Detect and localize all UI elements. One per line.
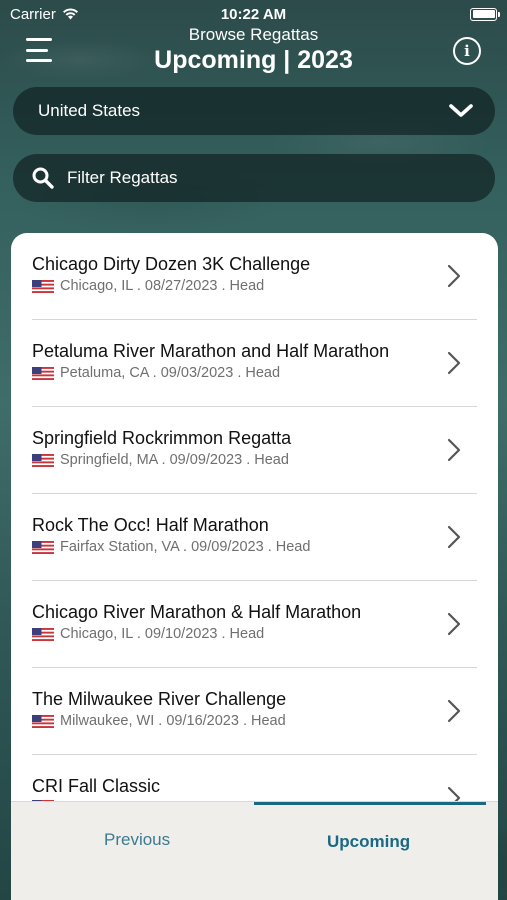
regatta-name: Petaluma River Marathon and Half Maratho… (32, 341, 390, 361)
regatta-details: Springfield, MA . 09/09/2023 . Head (60, 452, 289, 468)
info-circle-icon[interactable]: i (453, 37, 481, 65)
regatta-meta: Petaluma, CA . 09/03/2023 . Head (32, 365, 280, 381)
regatta-row[interactable]: The Milwaukee River Challenge Milwaukee,… (32, 668, 477, 755)
chevron-right-icon (447, 264, 461, 288)
regatta-row[interactable]: Rock The Occ! Half Marathon Fairfax Stat… (32, 494, 477, 581)
page-title: Upcoming | 2023 (154, 46, 353, 74)
regatta-details: Milwaukee, WI . 09/16/2023 . Head (60, 713, 286, 729)
status-time: 10:22 AM (220, 5, 287, 23)
filter-input[interactable] (67, 168, 447, 188)
tab-previous[interactable]: Previous (104, 830, 170, 850)
country-select[interactable]: United States (13, 87, 495, 135)
regatta-name: Springfield Rockrimmon Regatta (32, 428, 292, 448)
regatta-details: Fairfax Station, VA . 09/09/2023 . Head (60, 539, 311, 555)
country-select-value: United States (38, 101, 141, 120)
regatta-row[interactable]: Chicago River Marathon & Half Marathon C… (32, 581, 477, 668)
battery-fill (472, 10, 495, 18)
us-flag-icon (32, 714, 54, 728)
search-icon (32, 167, 54, 189)
us-flag-icon (32, 627, 54, 641)
us-flag-icon (32, 279, 54, 293)
us-flag-icon (32, 540, 54, 554)
regatta-meta: Chicago, IL . 09/10/2023 . Head (32, 626, 264, 642)
chevron-right-icon (447, 525, 461, 549)
regatta-name: Chicago River Marathon & Half Marathon (32, 602, 362, 622)
regatta-meta: Milwaukee, WI . 09/16/2023 . Head (32, 713, 286, 729)
chevron-down-icon (449, 104, 473, 117)
header: Browse Regattas Upcoming | 2023 i (0, 24, 507, 80)
regatta-row[interactable]: Chicago Dirty Dozen 3K Challenge Chicago… (32, 233, 477, 320)
chevron-right-icon (447, 699, 461, 723)
regatta-meta: Chicago, IL . 08/27/2023 . Head (32, 278, 264, 294)
regatta-row[interactable]: Petaluma River Marathon and Half Maratho… (32, 320, 477, 407)
active-tab-indicator (254, 802, 486, 805)
regatta-meta: Fairfax Station, VA . 09/09/2023 . Head (32, 539, 310, 555)
us-flag-icon (32, 453, 54, 467)
regatta-details: Petaluma, CA . 09/03/2023 . Head (60, 365, 281, 381)
battery-icon (470, 7, 500, 21)
chevron-right-icon (447, 351, 461, 375)
chevron-right-icon (447, 438, 461, 462)
filter-field[interactable] (13, 154, 495, 202)
regatta-list-card: Chicago Dirty Dozen 3K Challenge Chicago… (11, 233, 498, 900)
regatta-name: CRI Fall Classic (32, 776, 161, 796)
regatta-row[interactable]: Springfield Rockrimmon Regatta Springfie… (32, 407, 477, 494)
regatta-details: Chicago, IL . 09/10/2023 . Head (60, 626, 265, 642)
regatta-name: Rock The Occ! Half Marathon (32, 515, 269, 535)
regatta-name: The Milwaukee River Challenge (32, 689, 287, 709)
tab-upcoming[interactable]: Upcoming (327, 832, 410, 852)
chevron-right-icon (447, 612, 461, 636)
page-subtitle: Browse Regattas (188, 25, 319, 44)
regatta-meta: Springfield, MA . 09/09/2023 . Head (32, 452, 289, 468)
regatta-details: Chicago, IL . 08/27/2023 . Head (60, 278, 265, 294)
bottom-tab-bar: Previous Upcoming (11, 801, 498, 900)
regatta-list: Chicago Dirty Dozen 3K Challenge Chicago… (11, 233, 498, 842)
regatta-name: Chicago Dirty Dozen 3K Challenge (32, 254, 311, 274)
us-flag-icon (32, 366, 54, 380)
